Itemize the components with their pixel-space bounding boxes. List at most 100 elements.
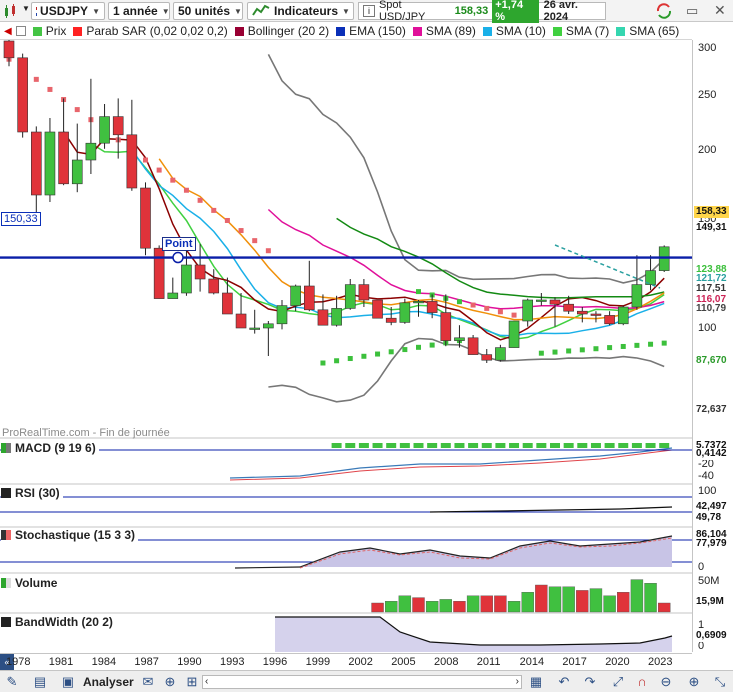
spot-price: 158,33 [454, 5, 489, 17]
scale-tick: 50M [698, 575, 720, 587]
macd-histogram-bar [645, 443, 656, 448]
volume-bar [576, 590, 589, 613]
zoom-out-icon[interactable]: ⊖ [658, 674, 674, 690]
scroll-left-arrow-icon[interactable]: ‹ [205, 676, 208, 688]
macd-histogram-bar [495, 443, 506, 448]
units-selector[interactable]: 50 unités ▼ [173, 2, 243, 20]
volume-title[interactable]: Volume [1, 576, 61, 590]
date-tick: 1987 [134, 656, 159, 668]
volume-bar [644, 583, 657, 613]
candle-body [590, 313, 602, 316]
legend-item[interactable]: Prix [32, 24, 66, 38]
legend-item[interactable]: SMA (7) [552, 24, 609, 38]
sar-dot [156, 167, 162, 173]
volume-bar [494, 595, 507, 613]
sar-dot [620, 343, 626, 349]
candle-body [536, 299, 547, 302]
indicators-icon [252, 3, 270, 20]
legend-label: SMA (89) [425, 24, 476, 38]
point-label[interactable]: Point [162, 237, 196, 251]
undo-icon[interactable]: ↶ [556, 674, 572, 690]
status-bar: ✎ ▤ ▣ Analyser ✉ ⊕ ⊞ ‹ › ▦ ↶ ↷ ⤢ ∩ ⊖ ⊕ ⤡ [0, 670, 733, 692]
horizontal-scrollbar[interactable]: ‹ › [202, 675, 522, 689]
candle-body [454, 337, 465, 341]
crosshair-icon[interactable]: ⊕ [162, 674, 178, 690]
screener-icon[interactable]: ⊞ [184, 674, 200, 690]
rsi-badge: 49,78 [694, 512, 724, 524]
hline-label[interactable]: 150,33 [1, 212, 41, 226]
legend-item[interactable]: SMA (10) [482, 24, 546, 38]
sar-dot [211, 207, 217, 213]
chart-type-icon[interactable] [2, 2, 22, 23]
volume-bar [371, 602, 384, 613]
info-icon[interactable]: i [363, 5, 375, 17]
bollinger-upper-line [267, 54, 665, 284]
collapse-icon[interactable]: ◀ [4, 26, 12, 37]
legend-item[interactable]: EMA (150) [336, 24, 406, 38]
volume-bar [603, 595, 616, 613]
rsi-title[interactable]: RSI (30) [1, 486, 63, 500]
fit-icon[interactable]: ⤢ [610, 674, 626, 690]
analyze-icon[interactable]: ▣ [60, 674, 76, 690]
date-axis[interactable]: « 1978 1981 1984 1987 1990 1993 1996 1999 2002 20… [0, 653, 692, 670]
macd-histogram-bar [590, 443, 601, 448]
candle-body [331, 308, 342, 326]
legend-item[interactable]: SMA (89) [412, 24, 476, 38]
macd-histogram-bar [427, 443, 438, 448]
macd-histogram-bar [659, 443, 670, 448]
macd-histogram-bar [509, 443, 520, 448]
scroll-right-arrow-icon[interactable]: › [516, 676, 519, 688]
legend-item[interactable]: Bollinger (20 2) [234, 24, 329, 38]
candle-body [344, 284, 356, 309]
bandwidth-icon [1, 617, 11, 627]
candle-body [222, 292, 233, 315]
legend-label: SMA (10) [495, 24, 546, 38]
bandwidth-title[interactable]: BandWidth (20 2) [1, 615, 116, 629]
macd-histogram-bar [358, 443, 369, 448]
scale-tick: 100 [698, 322, 717, 334]
macd-histogram-bar [618, 443, 629, 448]
comment-icon[interactable]: ✉ [140, 674, 156, 690]
macd-histogram-bar [550, 443, 560, 448]
grid-icon[interactable]: ▦ [528, 674, 544, 690]
stochastic-title[interactable]: Stochastique (15 3 3) [1, 528, 139, 542]
date-tick: 1978 [6, 656, 31, 668]
zoom-fit-icon[interactable]: ⤡ [712, 674, 728, 690]
legend-item[interactable]: Parab SAR (0,02 0,02 0,2) [73, 24, 228, 38]
macd-line [229, 447, 673, 479]
main-chart[interactable] [0, 40, 692, 653]
candle-body [290, 285, 301, 306]
indicators-button[interactable]: Indicateurs ▼ [247, 2, 354, 20]
volume-bar [453, 601, 466, 613]
period-selector[interactable]: 1 année ▼ [108, 2, 170, 20]
chart-type-caret-icon[interactable]: ▼ [22, 4, 30, 13]
legend-toggle-icon[interactable] [15, 26, 26, 36]
volume-bar [480, 595, 493, 613]
refresh-icon[interactable] [654, 2, 674, 23]
date-tick: 2020 [605, 656, 630, 668]
zoom-in-icon[interactable]: ⊕ [686, 674, 702, 690]
close-icon[interactable]: ✕ [714, 2, 726, 19]
redo-icon[interactable]: ↷ [582, 674, 598, 690]
volume-icon [1, 578, 11, 588]
window-restore-icon[interactable]: ▭ [686, 3, 698, 19]
rsi-title-label: RSI (30) [15, 486, 60, 500]
quote-date: 26 avr. 2024 [543, 0, 578, 23]
magnet-icon[interactable]: ∩ [634, 674, 650, 690]
period-label: 1 année [113, 4, 158, 18]
layout-icon[interactable]: ▤ [32, 674, 48, 690]
macd-histogram-bar [345, 443, 356, 448]
analyze-button[interactable]: Analyser [83, 675, 134, 689]
symbol-selector[interactable]: USDJPY ▼ [31, 2, 105, 20]
volume-bar [425, 601, 439, 613]
price-scale[interactable]: 300 250 200 150 100 158,33 149,31 123,88 121,72 1… [692, 40, 733, 652]
legend-swatch-icon [412, 26, 422, 36]
macd-title[interactable]: MACD (9 19 6) [1, 441, 99, 455]
candle-body [385, 317, 397, 323]
indicators-label: Indicateurs [274, 4, 339, 18]
draw-tool-icon[interactable]: ✎ [4, 674, 20, 690]
candle-body [522, 299, 534, 322]
candle-body [58, 131, 69, 185]
legend-item[interactable]: SMA (65) [616, 24, 679, 38]
macd-title-label: MACD (9 19 6) [15, 441, 96, 455]
